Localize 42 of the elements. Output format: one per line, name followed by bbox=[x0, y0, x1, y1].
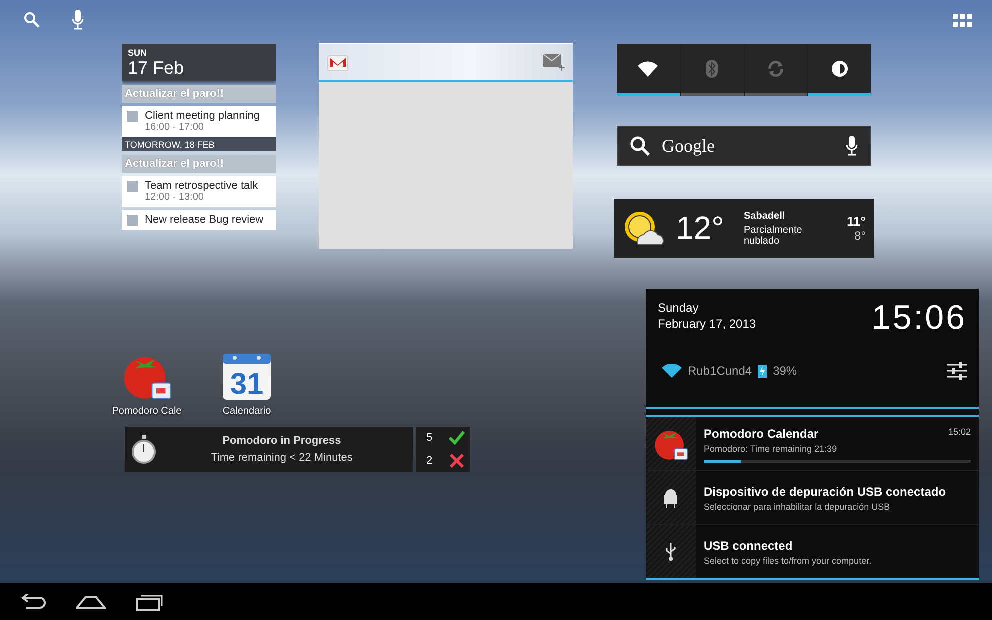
weekday-label: Sunday bbox=[658, 301, 700, 315]
brightness-icon bbox=[830, 60, 849, 78]
quick-toggle[interactable] bbox=[744, 44, 808, 96]
wifi-icon bbox=[662, 364, 682, 378]
calendar-event[interactable]: Client meeting planning 16:00 - 17:00 bbox=[122, 106, 276, 137]
weather-widget[interactable]: 12° Sabadell Parcialmente nublado 11° 8° bbox=[614, 199, 874, 258]
calendar-event[interactable]: Team retrospective talk 12:00 - 13:00 bbox=[122, 176, 276, 207]
calendar-header[interactable]: SUN 17 Feb bbox=[122, 44, 276, 81]
stopwatch-icon bbox=[131, 434, 157, 464]
quick-toggle[interactable] bbox=[680, 44, 744, 96]
failed-count: 2 bbox=[426, 454, 433, 467]
home-icon[interactable] bbox=[76, 594, 106, 608]
notification-item[interactable]: USB connected Select to copy files to/from your computer. bbox=[646, 525, 979, 578]
search-icon[interactable] bbox=[24, 12, 40, 28]
apps-grid-icon[interactable] bbox=[953, 14, 973, 28]
notification-item[interactable]: Dispositivo de depuración USB conectado Seleccionar para inhabilitar la depuración USB bbox=[646, 471, 979, 525]
bluetooth-icon bbox=[706, 60, 718, 78]
cross-icon bbox=[450, 454, 464, 468]
sync-icon bbox=[766, 60, 785, 78]
battery-level: 39% bbox=[773, 364, 798, 378]
clock-time: 15:06 bbox=[872, 301, 967, 335]
wifi-icon bbox=[638, 60, 658, 76]
search-icon bbox=[630, 136, 650, 156]
date-label: February 17, 2013 bbox=[658, 317, 758, 331]
notification-item[interactable]: Pomodoro Calendar 15:02 Pomodoro: Time remaining 21:39 bbox=[646, 417, 979, 471]
usb-icon bbox=[665, 542, 677, 560]
calendar-event[interactable]: New release Bug review bbox=[122, 210, 276, 230]
battery-charging-icon bbox=[758, 364, 768, 378]
quick-toggle[interactable] bbox=[617, 44, 680, 96]
day-heading: TOMORROW, 18 FEB bbox=[122, 137, 276, 151]
microphone-icon[interactable] bbox=[846, 136, 858, 156]
app-label[interactable]: Calendario bbox=[222, 406, 272, 417]
network-name: Rub1Cund4 bbox=[688, 364, 752, 378]
compose-mail-icon[interactable] bbox=[543, 53, 565, 71]
quick-toggle[interactable] bbox=[808, 44, 871, 96]
search-widget[interactable]: Google bbox=[617, 126, 871, 166]
app-label[interactable]: Pomodoro Cale bbox=[112, 406, 182, 417]
done-count: 5 bbox=[426, 432, 433, 444]
timer-widget[interactable]: Pomodoro in Progress Time remaining < 22 Minutes bbox=[125, 427, 413, 472]
recent-apps-icon[interactable] bbox=[136, 592, 164, 610]
check-icon bbox=[448, 431, 464, 446]
settings-icon[interactable] bbox=[947, 362, 967, 380]
